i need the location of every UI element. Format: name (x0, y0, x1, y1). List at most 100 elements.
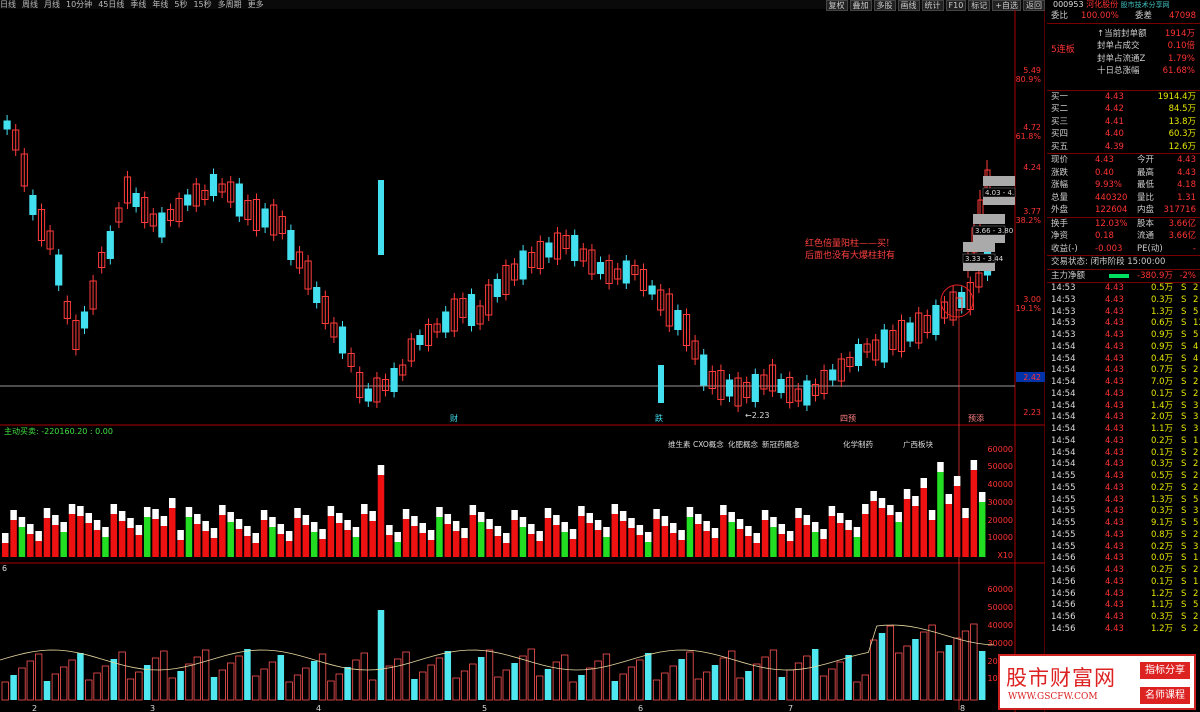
tick-row: 14:56 4.43 0.3万 S 2 (1051, 612, 1199, 622)
volume-bar (519, 527, 527, 557)
period-tab[interactable]: 周线 (22, 0, 38, 9)
indicator-bar (586, 667, 594, 701)
indicator-bar (435, 657, 444, 701)
indicator-bar (177, 671, 184, 700)
indicator-bar (652, 679, 661, 701)
volume-cap (962, 508, 969, 518)
stat-row: 涨幅 9.93% 最低 4.18 (1051, 180, 1196, 190)
volume-bar (10, 520, 17, 557)
range-box (973, 214, 1005, 224)
volume-bar (895, 522, 902, 557)
volume-cap (753, 533, 760, 543)
candle-body (803, 380, 811, 406)
volume-cap (486, 519, 493, 529)
event-marker: 财 (450, 413, 458, 423)
tool-buttons: 复权 叠加 多股 画线 统计 F10 标记 +自选 返回 (824, 0, 1045, 11)
indicator-bar (636, 659, 644, 701)
period-tab[interactable]: 15秒 (193, 0, 211, 9)
volume-bar (837, 523, 844, 557)
range-box (963, 242, 995, 252)
period-tab[interactable]: 10分钟 (66, 0, 92, 9)
indicator-bar (945, 645, 953, 700)
volume-cap (152, 509, 159, 519)
candle-body (287, 230, 295, 260)
volume-bar (503, 543, 510, 557)
weicha-value: 47098 (1168, 11, 1196, 21)
indicator-bar (811, 649, 819, 700)
volume-cap (511, 510, 518, 520)
volume-cap (444, 514, 452, 524)
indicator-bar (602, 653, 611, 701)
indicator-bar (886, 625, 894, 701)
volume-bar (786, 541, 794, 557)
indicator-line (0, 624, 994, 671)
tick-row: 14:55 4.43 9.1万 S 5 (1051, 518, 1199, 528)
candle-body (648, 285, 656, 295)
volume-bar (2, 543, 9, 557)
period-tab[interactable]: 年线 (152, 0, 168, 9)
tick-list[interactable]: 14:53 4.43 0.5万 S 2 14:53 4.43 0.3万 S 2 14:53 4.43 1… (1047, 283, 1200, 636)
tick-row: 14:53 4.43 1.3万 S 5 (1051, 306, 1199, 317)
volume-bar (953, 486, 961, 557)
indicator-bar (912, 639, 919, 700)
period-tab[interactable]: 日线 (0, 0, 16, 9)
volume-cap (352, 527, 360, 537)
period-tab[interactable]: 更多 (248, 0, 264, 9)
tag-courses[interactable]: 名师课程 (1140, 687, 1190, 704)
weibi-value: 100.00% (1081, 11, 1119, 21)
volume-axis-label: 40000 (988, 480, 1013, 489)
volume-axis-label: 30000 (988, 498, 1013, 507)
indicator-bar (569, 681, 577, 701)
candle-body (596, 262, 605, 274)
indicator-bar (694, 678, 702, 701)
volume-cap (544, 508, 552, 518)
volume-bar (978, 502, 986, 557)
volume-cap (344, 520, 351, 530)
tick-row: 14:54 4.43 0.4万 S 4 (1051, 353, 1199, 364)
volume-cap (970, 460, 978, 470)
period-tab[interactable]: 45日线 (98, 0, 124, 9)
watermark-title: 股市财富网 (1006, 666, 1116, 690)
period-tab[interactable]: 5秒 (174, 0, 187, 9)
volume-axis-label: X10 (997, 551, 1013, 560)
date-label: 5 (482, 704, 487, 712)
price-axis-label: 5.49 (1023, 66, 1041, 75)
period-tab[interactable]: 季线 (130, 0, 146, 9)
volume-bar (511, 520, 518, 557)
volume-bar (569, 539, 577, 557)
volume-cap (110, 504, 118, 514)
bid-row: 买一 4.43 1914.4万 (1051, 91, 1196, 102)
stat-row: 外盘 122604 内盘 317716 (1051, 205, 1196, 215)
bid-row: 买二 4.42 84.5万 (1051, 104, 1196, 114)
tick-row: 14:56 4.43 0.0万 S 1 (1051, 553, 1199, 564)
volume-bar (336, 523, 343, 557)
tick-row: 14:54 4.43 2.0万 S 3 (1051, 412, 1199, 423)
volume-cap (811, 522, 819, 532)
tag-indicator-share[interactable]: 指标分享 (1140, 662, 1190, 679)
highlight-circle (940, 284, 974, 318)
tick-row: 14:56 4.43 1.1万 S 5 (1051, 600, 1199, 611)
volume-bar (127, 528, 134, 557)
volume-bar (720, 515, 727, 557)
indicator-bar (368, 679, 377, 701)
period-tab[interactable]: 月线 (44, 0, 60, 9)
candle-body (313, 287, 321, 303)
candles (3, 115, 992, 710)
kline-chart[interactable]: 5.4980.9% 4.7261.8% 4.24 3.7738.2% 3.0019.1%… (0, 10, 1045, 712)
indicator-bar (786, 669, 794, 701)
volume-cap (93, 520, 101, 530)
date-label: 6 (638, 704, 643, 712)
volume-bar (870, 501, 877, 557)
volume-cap (903, 489, 911, 499)
tick-row: 14:55 4.43 0.3万 S 3 (1051, 506, 1199, 517)
volume-cap (853, 527, 861, 537)
tick-row: 14:53 4.43 0.3万 S 2 (1051, 294, 1199, 305)
period-tab[interactable]: 多周期 (218, 0, 242, 9)
trade-status: 交易状态: 闭市阶段 15:00:00 (1051, 257, 1166, 267)
volume-bar (210, 538, 218, 557)
concept-tag: 化学制药 (843, 439, 873, 449)
price-axis-label: 80.9% (1016, 75, 1042, 84)
indicator-bar (678, 659, 685, 700)
volume-cap (603, 527, 610, 537)
indicator-bar (327, 680, 335, 701)
